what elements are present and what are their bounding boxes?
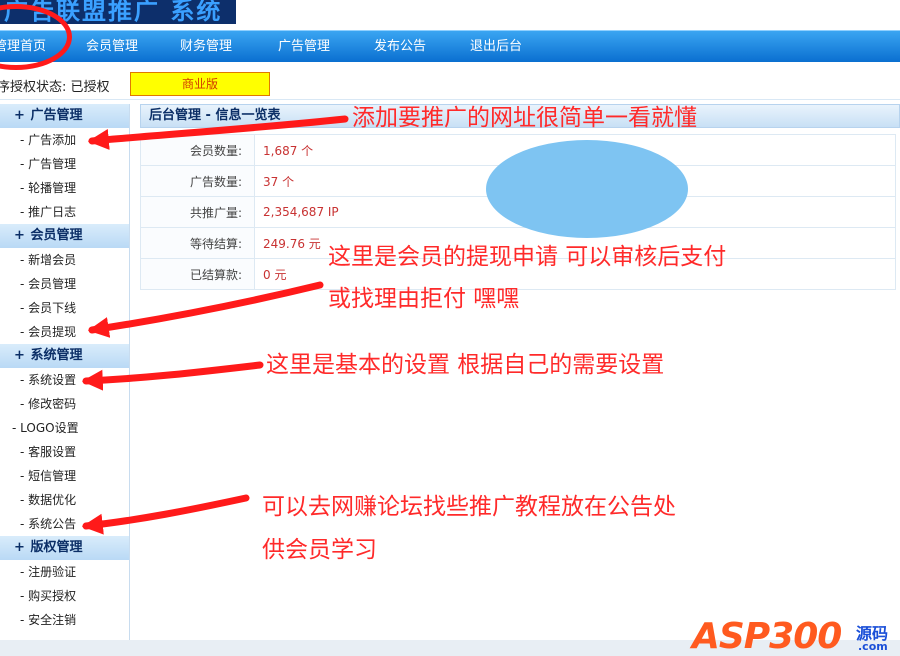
annotation-notice-2: 供会员学习 [262, 537, 377, 563]
annotation-withdraw-1: 这里是会员的提现申请 可以审核后支付 [328, 244, 727, 270]
annotation-ad-add: 添加要推广的网址很简单一看就懂 [352, 105, 697, 131]
arrow-4 [81, 494, 250, 535]
watermark-logo: ASP300 源码 .com [692, 612, 900, 656]
watermark-main: ASP300 [692, 616, 842, 656]
watermark-com: .com [858, 640, 888, 653]
annotation-notice-1: 可以去网赚论坛找些推广教程放在公告处 [262, 494, 676, 520]
arrow-2 [87, 281, 324, 338]
annotation-settings: 这里是基本的设置 根据自己的需要设置 [266, 352, 665, 378]
annotation-withdraw-2: 或找理由拒付 嘿嘿 [328, 286, 520, 312]
arrow-1 [87, 115, 349, 150]
arrow-3 [81, 361, 264, 391]
